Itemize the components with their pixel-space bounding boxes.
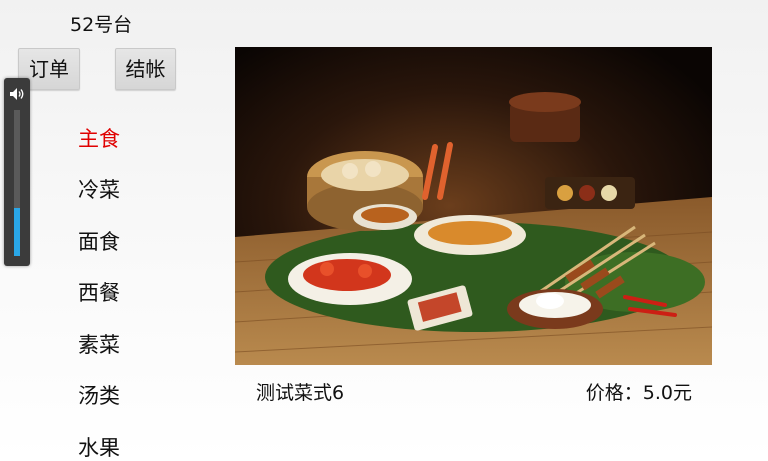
category-item-vegetarian[interactable]: 素菜 [78, 332, 120, 358]
table-number-title: 52号台 [70, 14, 133, 36]
volume-slider[interactable] [14, 110, 20, 256]
volume-level-fill [14, 208, 20, 256]
volume-overlay[interactable] [4, 78, 30, 266]
category-item-cold-dishes[interactable]: 冷菜 [78, 177, 120, 203]
dish-price: 价格：5.0元 [585, 382, 692, 404]
dish-name: 测试菜式6 [256, 382, 345, 404]
checkout-button[interactable]: 结帐 [115, 48, 176, 90]
category-item-soup[interactable]: 汤类 [78, 383, 120, 409]
category-item-noodles[interactable]: 面食 [78, 229, 120, 255]
speaker-icon [10, 88, 24, 100]
category-item-fruit[interactable]: 水果 [78, 435, 120, 461]
category-item-western[interactable]: 西餐 [78, 280, 120, 306]
category-item-staple[interactable]: 主食 [78, 126, 120, 152]
dish-photo [235, 47, 712, 365]
